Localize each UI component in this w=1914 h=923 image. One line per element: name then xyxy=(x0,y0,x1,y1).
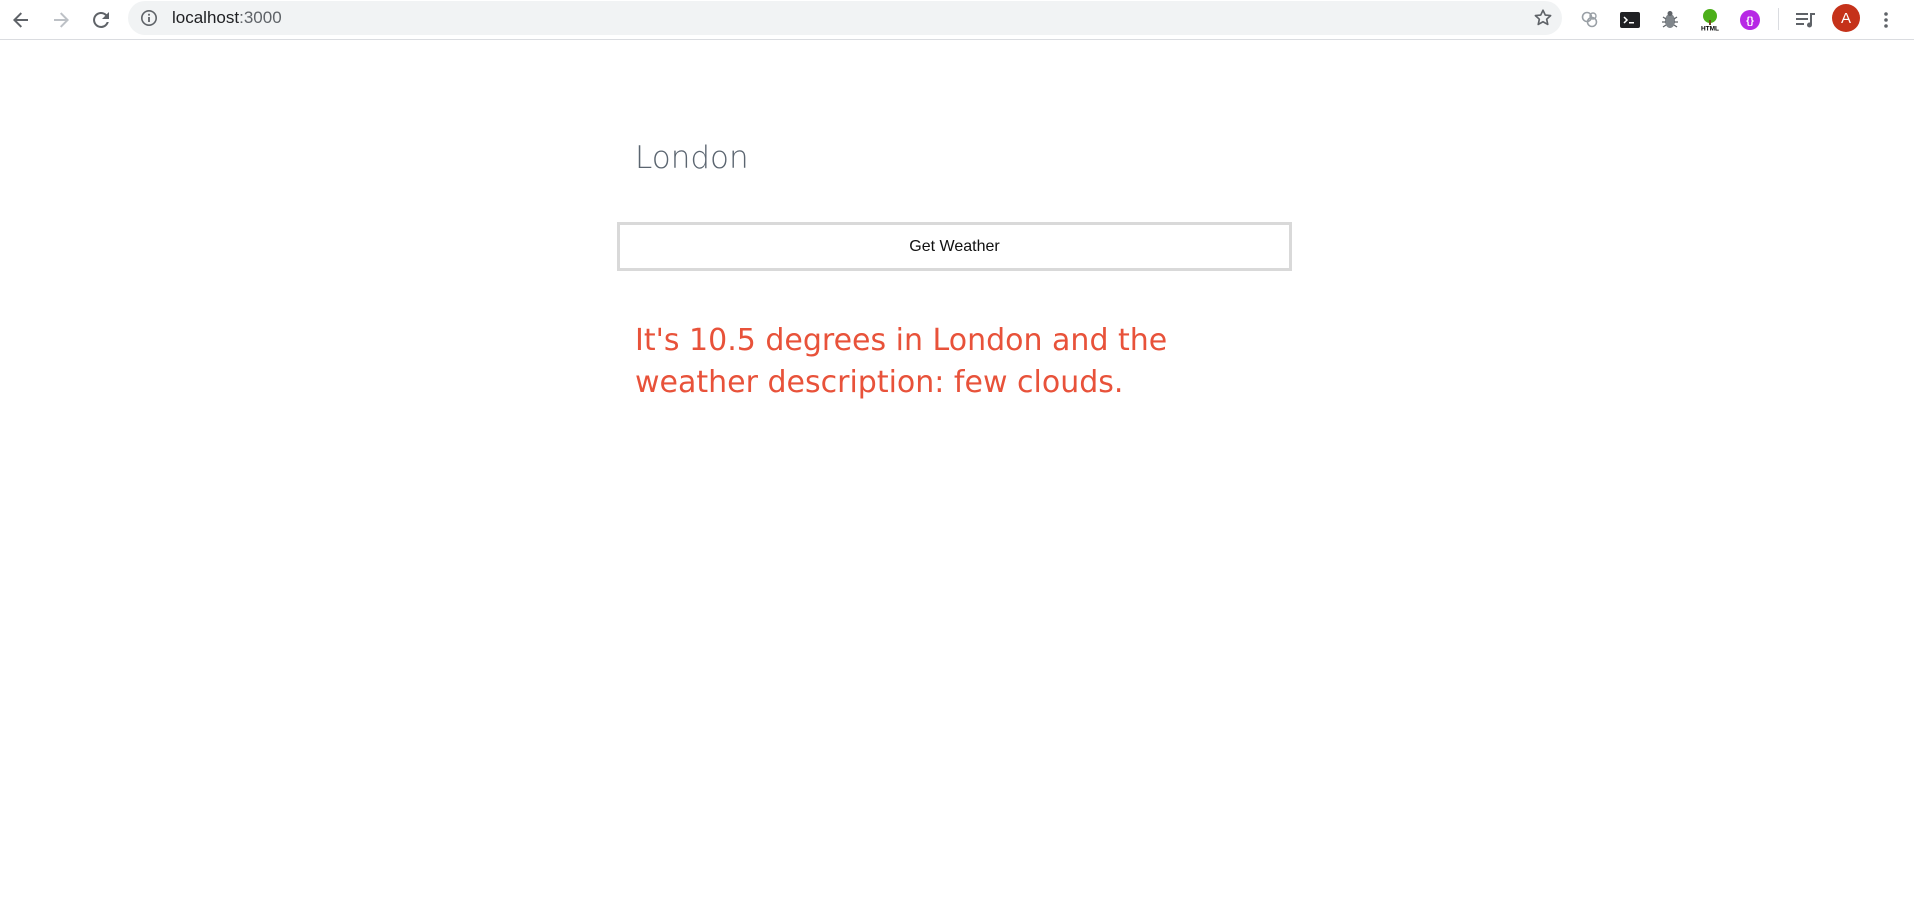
back-arrow-icon xyxy=(13,12,28,28)
city-input[interactable] xyxy=(635,129,1275,187)
address-bar[interactable]: localhost:3000 xyxy=(128,1,1562,35)
site-info-icon[interactable] xyxy=(140,9,158,32)
bookmark-star-icon[interactable] xyxy=(1532,7,1554,34)
reload-button[interactable] xyxy=(85,4,117,36)
toolbar-separator xyxy=(1778,8,1779,30)
browser-toolbar: localhost:3000 HTML {} A xyxy=(0,0,1914,40)
profile-avatar[interactable]: A xyxy=(1832,4,1860,32)
url-text: localhost:3000 xyxy=(172,9,282,27)
forward-button[interactable] xyxy=(45,4,77,36)
url-host: localhost xyxy=(172,8,240,27)
extension-icon-1[interactable] xyxy=(1576,6,1604,34)
url-port: :3000 xyxy=(239,8,282,27)
reload-icon xyxy=(93,11,109,28)
html-tree-icon[interactable]: HTML xyxy=(1696,6,1724,34)
get-weather-button[interactable]: Get Weather xyxy=(617,222,1292,271)
back-button[interactable] xyxy=(5,4,37,36)
forward-arrow-icon xyxy=(54,12,69,28)
browser-menu-icon[interactable] xyxy=(1874,6,1898,34)
media-playlist-icon[interactable] xyxy=(1792,6,1820,34)
svg-text:{}: {} xyxy=(1746,16,1754,27)
page-content: Get Weather It's 10.5 degrees in London … xyxy=(0,41,1914,923)
terminal-icon[interactable] xyxy=(1616,6,1644,34)
svg-text:HTML: HTML xyxy=(1701,26,1719,33)
weather-result-text: It's 10.5 degrees in London and the weat… xyxy=(635,323,1168,400)
bug-icon[interactable] xyxy=(1656,6,1684,34)
purple-extension-icon[interactable]: {} xyxy=(1736,6,1764,34)
